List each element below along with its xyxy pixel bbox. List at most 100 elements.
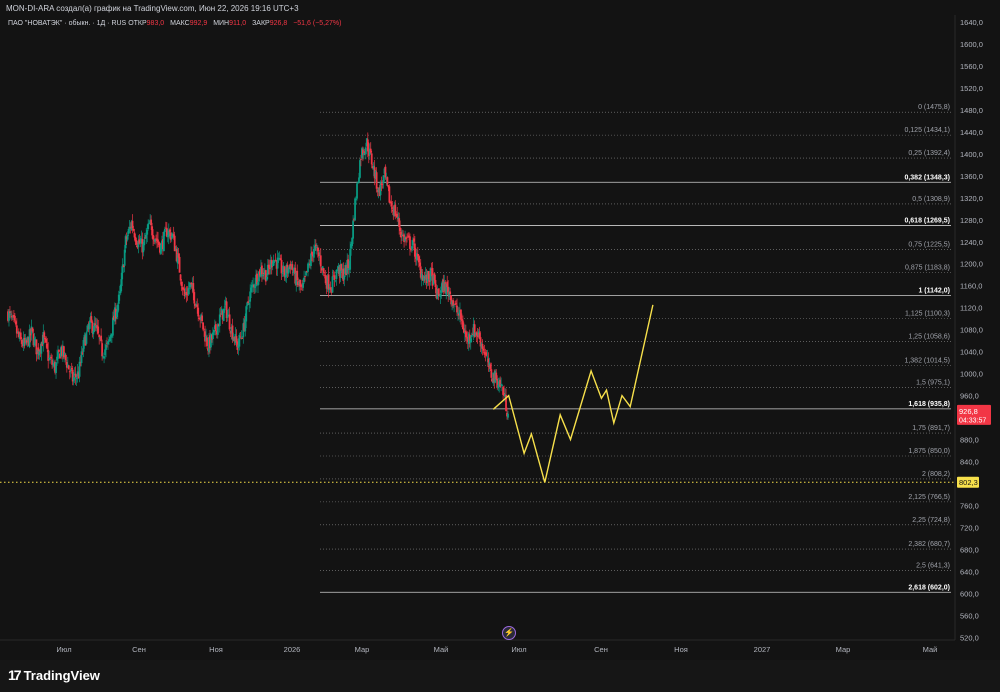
candle-body bbox=[349, 248, 352, 270]
y-tick-label: 1520,0 bbox=[960, 84, 983, 93]
candle-body bbox=[173, 235, 176, 252]
fib-level-label: 0,618 (1269,5) bbox=[904, 218, 950, 225]
candle-body bbox=[235, 336, 238, 342]
x-tick-label: 2027 bbox=[754, 645, 771, 654]
candle-body bbox=[190, 282, 193, 285]
candle-body bbox=[248, 303, 251, 305]
candle-body bbox=[495, 372, 498, 380]
candle-body bbox=[279, 258, 282, 261]
candle-body bbox=[437, 288, 440, 295]
y-tick-label: 1440,0 bbox=[960, 128, 983, 137]
candle-body bbox=[310, 253, 312, 267]
candle-body bbox=[427, 271, 430, 279]
candle-body bbox=[171, 233, 174, 238]
candle-body bbox=[10, 313, 12, 315]
candle-body bbox=[499, 379, 502, 387]
y-tick-label: 640,0 bbox=[960, 567, 979, 576]
fib-level-label: 1,25 (1058,6) bbox=[908, 333, 950, 340]
tradingview-logo[interactable]: 17 TradingView bbox=[8, 667, 100, 683]
candle-body bbox=[183, 288, 186, 296]
y-tick-label: 1640,0 bbox=[960, 18, 983, 27]
candle-body bbox=[272, 259, 275, 266]
fib-level-label: 0 (1475,8) bbox=[918, 104, 950, 111]
fib-level-label: 2,382 (680,7) bbox=[908, 541, 950, 548]
candle-body bbox=[366, 139, 369, 152]
x-tick-label: Сен bbox=[132, 645, 146, 654]
candle-body bbox=[276, 257, 279, 269]
candle-body bbox=[386, 177, 389, 185]
candle-body bbox=[455, 303, 457, 305]
candle-body bbox=[132, 228, 135, 231]
candle-body bbox=[352, 220, 354, 239]
candle-body bbox=[14, 321, 17, 325]
candle-body bbox=[31, 327, 34, 332]
candle-body bbox=[50, 357, 53, 359]
candle-body bbox=[485, 352, 488, 356]
fib-level-label: 2,5 (641,3) bbox=[916, 563, 950, 570]
candle-body bbox=[112, 317, 114, 336]
fib-level-label: 0,382 (1348,3) bbox=[904, 174, 950, 181]
candle-body bbox=[417, 256, 420, 263]
price-chart[interactable]: 1640,0 1600,0 1560,0 1520,0 1480,0 1440,0 1400… bbox=[0, 0, 1000, 660]
candle-body bbox=[45, 339, 48, 343]
candle-body bbox=[104, 349, 106, 356]
footer-bar bbox=[0, 660, 1000, 692]
y-tick-label: 880,0 bbox=[960, 436, 979, 445]
candle-body bbox=[381, 183, 384, 185]
candle-body bbox=[454, 304, 456, 305]
fib-level-label: 0,75 (1225,5) bbox=[908, 242, 950, 249]
candle-body bbox=[247, 301, 250, 304]
candle-body bbox=[74, 373, 77, 378]
y-tick-label: 1480,0 bbox=[960, 106, 983, 115]
candle-body bbox=[72, 377, 75, 381]
last-price-value: 926,8 bbox=[959, 407, 978, 416]
candle-body bbox=[182, 288, 185, 289]
y-tick-label: 720,0 bbox=[960, 523, 979, 532]
candle-body bbox=[197, 307, 200, 317]
candle-body bbox=[362, 152, 365, 156]
candle-body bbox=[475, 332, 478, 336]
candle-body bbox=[327, 274, 330, 290]
candle-body bbox=[462, 320, 464, 330]
y-tick-label: 1280,0 bbox=[960, 216, 983, 225]
candle-body bbox=[168, 229, 171, 232]
candle-body bbox=[231, 325, 234, 340]
candle-body bbox=[162, 232, 165, 252]
candle-body bbox=[314, 244, 317, 247]
y-tick-label: 1400,0 bbox=[960, 150, 983, 159]
x-tick-label: Сен bbox=[594, 645, 608, 654]
candle-body bbox=[422, 275, 425, 281]
candle-body bbox=[126, 235, 129, 240]
candle-body bbox=[316, 247, 319, 252]
candle-body bbox=[382, 175, 385, 184]
candle-body bbox=[281, 272, 284, 274]
candle-body bbox=[453, 305, 455, 307]
lightning-icon[interactable]: ⚡ bbox=[502, 626, 516, 640]
candle-body bbox=[334, 280, 337, 282]
y-tick-label: 840,0 bbox=[960, 458, 979, 467]
candle-body bbox=[319, 255, 322, 267]
candle-body bbox=[214, 324, 217, 332]
candle-body bbox=[265, 276, 268, 281]
candle-body bbox=[123, 249, 126, 266]
candle-body bbox=[148, 223, 151, 225]
candle-body bbox=[82, 339, 85, 352]
candle-body bbox=[101, 343, 104, 357]
last-price-countdown: 04:33:57 bbox=[959, 417, 986, 424]
price-marker-value: 802,3 bbox=[959, 478, 978, 487]
candle-body bbox=[262, 274, 264, 277]
projection-path bbox=[492, 304, 654, 483]
candle-body bbox=[201, 315, 204, 322]
candle-body bbox=[462, 328, 465, 333]
candle-body bbox=[470, 334, 473, 338]
fib-level-label: 1,618 (935,8) bbox=[908, 401, 950, 408]
candle-body bbox=[43, 332, 46, 338]
candle-body bbox=[482, 348, 485, 351]
y-tick-label: 600,0 bbox=[960, 589, 979, 598]
candle-body bbox=[388, 186, 391, 203]
candle-body bbox=[196, 304, 199, 308]
candle-body bbox=[97, 326, 100, 334]
candle-body bbox=[317, 252, 320, 257]
candle-body bbox=[406, 237, 408, 239]
candle-body bbox=[135, 240, 138, 245]
